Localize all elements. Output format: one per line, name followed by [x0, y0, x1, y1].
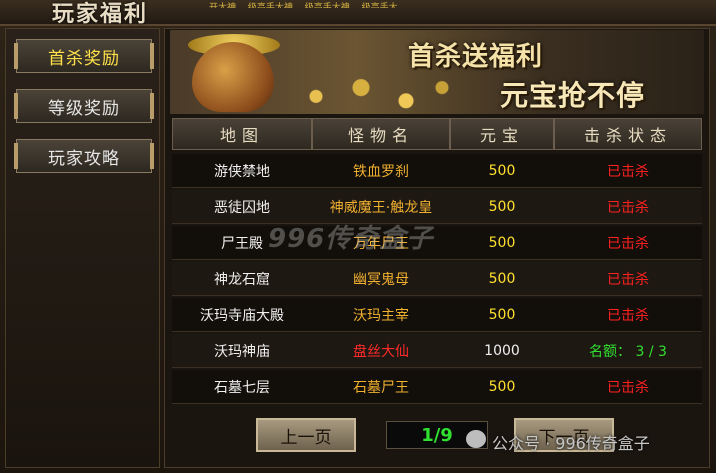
cell-yuanbao: 500	[488, 271, 516, 287]
table-row: 游侠禁地 铁血罗刹 500 已击杀	[172, 154, 702, 188]
sidebar-item-first-kill[interactable]: 首杀奖励	[14, 39, 154, 73]
cell-yuanbao: 1000	[484, 343, 520, 359]
sidebar-item-label: 首杀奖励	[48, 48, 120, 69]
table-row: 石墓七层 石墓尸王 500 已击杀	[172, 370, 702, 404]
window-title: 玩家福利	[52, 2, 149, 27]
title-bar: 玩家福利 …开大神 …级高手大神 …级高手大神 …级高手大…	[0, 0, 716, 27]
cell-monster: 神威魔王·触龙皇	[329, 200, 433, 216]
sidebar-item-label: 等级奖励	[48, 98, 120, 119]
cell-yuanbao: 500	[488, 307, 516, 323]
cell-map: 神龙石窟	[214, 272, 270, 288]
cell-map: 沃玛寺庙大殿	[200, 308, 284, 324]
table-row: 尸王殿 万年尸王 500 已击杀	[172, 226, 702, 260]
cell-yuanbao: 500	[488, 379, 516, 395]
table-row: 沃玛神庙 盘丝大仙 1000 名额： 3 / 3	[172, 334, 702, 368]
cell-status: 已击杀	[607, 272, 649, 288]
cell-status: 已击杀	[607, 200, 649, 216]
ticker-text: …开大神 …级高手大神 …级高手大神 …级高手大…	[200, 3, 407, 8]
table-header: 地图 怪物名 元宝 击杀状态	[172, 118, 702, 150]
sidebar-item-guide[interactable]: 玩家攻略	[14, 139, 154, 173]
cell-status: 已击杀	[607, 380, 649, 396]
cell-yuanbao: 500	[488, 199, 516, 215]
cell-status: 名额： 3 / 3	[589, 344, 667, 360]
cell-yuanbao: 500	[488, 163, 516, 179]
banner-headline: 首杀送福利	[408, 42, 544, 72]
gold-coins-icon	[280, 70, 460, 114]
cell-monster: 万年尸王	[353, 236, 409, 252]
first-kill-table: 地图 怪物名 元宝 击杀状态 游侠禁地 铁血罗刹 500 已击杀 恶徒囚地 神威…	[172, 118, 702, 408]
header-kill-status: 击杀状态	[554, 118, 702, 150]
cell-status: 已击杀	[607, 308, 649, 324]
cell-monster: 沃玛主宰	[353, 308, 409, 324]
cell-monster: 盘丝大仙	[353, 344, 409, 360]
header-map: 地图	[172, 118, 312, 150]
table-row: 神龙石窟 幽冥鬼母 500 已击杀	[172, 262, 702, 296]
cell-status: 已击杀	[607, 236, 649, 252]
cell-map: 沃玛神庙	[214, 344, 270, 360]
cell-map: 恶徒囚地	[214, 200, 270, 216]
sidebar-item-label: 玩家攻略	[48, 148, 120, 169]
prev-page-button[interactable]: 上一页	[256, 418, 356, 452]
banner-subline: 元宝抢不停	[500, 79, 646, 112]
cell-map: 游侠禁地	[214, 164, 270, 180]
table-row: 沃玛寺庙大殿 沃玛主宰 500 已击杀	[172, 298, 702, 332]
header-monster: 怪物名	[312, 118, 450, 150]
table-row: 恶徒囚地 神威魔王·触龙皇 500 已击杀	[172, 190, 702, 224]
footer-watermark: 公众号 · 996传奇盒子	[492, 434, 650, 453]
cell-map: 尸王殿	[221, 236, 263, 252]
banner: 首杀送福利 元宝抢不停	[170, 30, 704, 114]
wechat-icon	[466, 430, 486, 448]
sidebar-item-level-reward[interactable]: 等级奖励	[14, 89, 154, 123]
cell-monster: 幽冥鬼母	[353, 272, 409, 288]
cell-monster: 石墓尸王	[353, 380, 409, 396]
cell-map: 石墓七层	[214, 380, 270, 396]
cell-status: 已击杀	[607, 164, 649, 180]
cell-yuanbao: 500	[488, 235, 516, 251]
header-yuanbao: 元宝	[450, 118, 554, 150]
cell-monster: 铁血罗刹	[353, 164, 409, 180]
